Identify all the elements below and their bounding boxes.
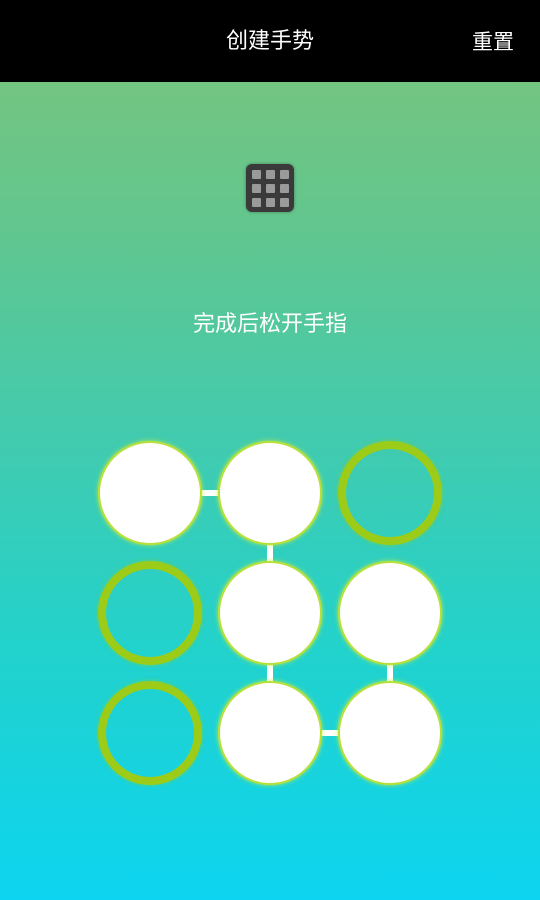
pattern-node-9[interactable] — [338, 681, 442, 785]
pattern-node-7[interactable] — [98, 681, 202, 785]
pattern-node-2[interactable] — [218, 441, 322, 545]
pattern-connector — [320, 730, 340, 736]
pattern-node-6[interactable] — [338, 561, 442, 665]
pattern-node-1[interactable] — [98, 441, 202, 545]
pattern-node-4[interactable] — [98, 561, 202, 665]
pattern-node-3[interactable] — [338, 441, 442, 545]
pattern-node-8[interactable] — [218, 681, 322, 785]
gesture-pattern-grid[interactable] — [0, 0, 540, 900]
pattern-connector — [200, 490, 220, 496]
pattern-node-5[interactable] — [218, 561, 322, 665]
